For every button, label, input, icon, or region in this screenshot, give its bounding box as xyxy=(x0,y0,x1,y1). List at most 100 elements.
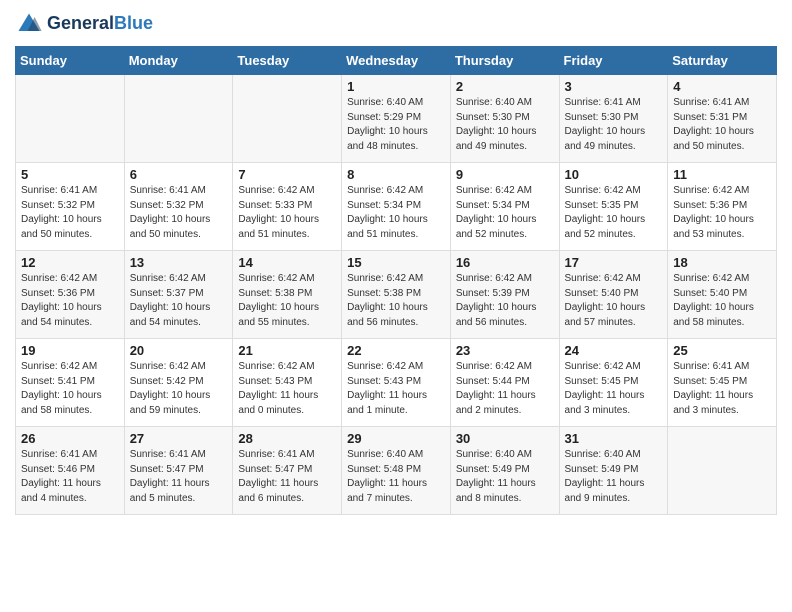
calendar-cell: 27 Sunrise: 6:41 AM Sunset: 5:47 PM Dayli… xyxy=(124,427,233,515)
calendar-cell: 29 Sunrise: 6:40 AM Sunset: 5:48 PM Dayli… xyxy=(342,427,451,515)
calendar-week-row: 26 Sunrise: 6:41 AM Sunset: 5:46 PM Dayli… xyxy=(16,427,777,515)
day-info: Sunrise: 6:42 AM Sunset: 5:43 PM Dayligh… xyxy=(347,360,445,418)
day-number: 29 xyxy=(347,431,445,446)
calendar-cell: 9 Sunrise: 6:42 AM Sunset: 5:34 PM Daylig… xyxy=(450,163,559,251)
calendar-cell: 28 Sunrise: 6:41 AM Sunset: 5:47 PM Dayli… xyxy=(233,427,342,515)
day-info: Sunrise: 6:41 AM Sunset: 5:47 PM Dayligh… xyxy=(130,448,228,506)
day-info: Sunrise: 6:42 AM Sunset: 5:38 PM Dayligh… xyxy=(238,272,336,330)
day-info: Sunrise: 6:42 AM Sunset: 5:40 PM Dayligh… xyxy=(565,272,663,330)
day-number: 30 xyxy=(456,431,554,446)
day-number: 28 xyxy=(238,431,336,446)
day-info: Sunrise: 6:42 AM Sunset: 5:40 PM Dayligh… xyxy=(673,272,771,330)
calendar-table: SundayMondayTuesdayWednesdayThursdayFrid… xyxy=(15,46,777,515)
day-info: Sunrise: 6:40 AM Sunset: 5:49 PM Dayligh… xyxy=(456,448,554,506)
calendar-cell: 3 Sunrise: 6:41 AM Sunset: 5:30 PM Daylig… xyxy=(559,75,668,163)
calendar-cell xyxy=(668,427,777,515)
calendar-cell: 15Sunrise: 6:42 AM Sunset: 5:38 PM Dayli… xyxy=(342,251,451,339)
calendar-cell: 11Sunrise: 6:42 AM Sunset: 5:36 PM Dayli… xyxy=(668,163,777,251)
day-number: 21 xyxy=(238,343,336,358)
calendar-cell: 17 Sunrise: 6:42 AM Sunset: 5:40 PM Dayli… xyxy=(559,251,668,339)
logo-text: GeneralBlue xyxy=(47,13,153,35)
day-number: 1 xyxy=(347,79,445,94)
day-number: 18 xyxy=(673,255,771,270)
calendar-cell: 31 Sunrise: 6:40 AM Sunset: 5:49 PM Dayli… xyxy=(559,427,668,515)
calendar-cell: 13 Sunrise: 6:42 AM Sunset: 5:37 PM Dayli… xyxy=(124,251,233,339)
calendar-cell: 2 Sunrise: 6:40 AM Sunset: 5:30 PM Daylig… xyxy=(450,75,559,163)
day-info: Sunrise: 6:42 AM Sunset: 5:38 PM Dayligh… xyxy=(347,272,445,330)
calendar-cell: 12 Sunrise: 6:42 AM Sunset: 5:36 PM Dayli… xyxy=(16,251,125,339)
calendar-cell: 20 Sunrise: 6:42 AM Sunset: 5:42 PM Dayli… xyxy=(124,339,233,427)
day-number: 24 xyxy=(565,343,663,358)
day-number: 5 xyxy=(21,167,119,182)
day-number: 6 xyxy=(130,167,228,182)
header-thursday: Thursday xyxy=(450,47,559,75)
day-info: Sunrise: 6:42 AM Sunset: 5:34 PM Dayligh… xyxy=(347,184,445,242)
calendar-cell: 25Sunrise: 6:41 AM Sunset: 5:45 PM Dayli… xyxy=(668,339,777,427)
day-info: Sunrise: 6:42 AM Sunset: 5:45 PM Dayligh… xyxy=(565,360,663,418)
calendar-cell: 19 Sunrise: 6:42 AM Sunset: 5:41 PM Dayli… xyxy=(16,339,125,427)
calendar-cell: 5 Sunrise: 6:41 AM Sunset: 5:32 PM Daylig… xyxy=(16,163,125,251)
header-wednesday: Wednesday xyxy=(342,47,451,75)
day-info: Sunrise: 6:42 AM Sunset: 5:37 PM Dayligh… xyxy=(130,272,228,330)
day-number: 13 xyxy=(130,255,228,270)
calendar-cell: 7 Sunrise: 6:42 AM Sunset: 5:33 PM Daylig… xyxy=(233,163,342,251)
calendar-cell: 22 Sunrise: 6:42 AM Sunset: 5:43 PM Dayli… xyxy=(342,339,451,427)
day-number: 27 xyxy=(130,431,228,446)
day-info: Sunrise: 6:41 AM Sunset: 5:47 PM Dayligh… xyxy=(238,448,336,506)
day-info: Sunrise: 6:42 AM Sunset: 5:41 PM Dayligh… xyxy=(21,360,119,418)
day-number: 23 xyxy=(456,343,554,358)
header-sunday: Sunday xyxy=(16,47,125,75)
day-info: Sunrise: 6:42 AM Sunset: 5:39 PM Dayligh… xyxy=(456,272,554,330)
calendar-cell: 1 Sunrise: 6:40 AM Sunset: 5:29 PM Daylig… xyxy=(342,75,451,163)
day-number: 20 xyxy=(130,343,228,358)
day-number: 22 xyxy=(347,343,445,358)
day-number: 2 xyxy=(456,79,554,94)
day-number: 10 xyxy=(565,167,663,182)
day-info: Sunrise: 6:41 AM Sunset: 5:32 PM Dayligh… xyxy=(21,184,119,242)
page-header: GeneralBlue xyxy=(15,10,777,38)
calendar-cell: 30 Sunrise: 6:40 AM Sunset: 5:49 PM Dayli… xyxy=(450,427,559,515)
day-number: 9 xyxy=(456,167,554,182)
day-number: 12 xyxy=(21,255,119,270)
calendar-cell: 4 Sunrise: 6:41 AM Sunset: 5:31 PM Daylig… xyxy=(668,75,777,163)
day-info: Sunrise: 6:41 AM Sunset: 5:32 PM Dayligh… xyxy=(130,184,228,242)
calendar-week-row: 12 Sunrise: 6:42 AM Sunset: 5:36 PM Dayli… xyxy=(16,251,777,339)
day-info: Sunrise: 6:41 AM Sunset: 5:46 PM Dayligh… xyxy=(21,448,119,506)
day-info: Sunrise: 6:42 AM Sunset: 5:34 PM Dayligh… xyxy=(456,184,554,242)
calendar-cell: 23 Sunrise: 6:42 AM Sunset: 5:44 PM Dayli… xyxy=(450,339,559,427)
day-info: Sunrise: 6:41 AM Sunset: 5:30 PM Dayligh… xyxy=(565,96,663,154)
logo-icon xyxy=(15,10,43,38)
day-info: Sunrise: 6:40 AM Sunset: 5:48 PM Dayligh… xyxy=(347,448,445,506)
calendar-cell: 21 Sunrise: 6:42 AM Sunset: 5:43 PM Dayli… xyxy=(233,339,342,427)
day-info: Sunrise: 6:40 AM Sunset: 5:29 PM Dayligh… xyxy=(347,96,445,154)
day-info: Sunrise: 6:42 AM Sunset: 5:36 PM Dayligh… xyxy=(21,272,119,330)
logo: GeneralBlue xyxy=(15,10,153,38)
calendar-week-row: 1 Sunrise: 6:40 AM Sunset: 5:29 PM Daylig… xyxy=(16,75,777,163)
day-info: Sunrise: 6:41 AM Sunset: 5:31 PM Dayligh… xyxy=(673,96,771,154)
day-info: Sunrise: 6:42 AM Sunset: 5:33 PM Dayligh… xyxy=(238,184,336,242)
header-monday: Monday xyxy=(124,47,233,75)
day-number: 19 xyxy=(21,343,119,358)
day-number: 3 xyxy=(565,79,663,94)
calendar-cell: 24 Sunrise: 6:42 AM Sunset: 5:45 PM Dayli… xyxy=(559,339,668,427)
header-saturday: Saturday xyxy=(668,47,777,75)
day-info: Sunrise: 6:40 AM Sunset: 5:49 PM Dayligh… xyxy=(565,448,663,506)
day-number: 31 xyxy=(565,431,663,446)
day-number: 26 xyxy=(21,431,119,446)
calendar-cell: 16 Sunrise: 6:42 AM Sunset: 5:39 PM Dayli… xyxy=(450,251,559,339)
day-info: Sunrise: 6:42 AM Sunset: 5:44 PM Dayligh… xyxy=(456,360,554,418)
day-number: 17 xyxy=(565,255,663,270)
day-number: 7 xyxy=(238,167,336,182)
day-number: 16 xyxy=(456,255,554,270)
day-number: 4 xyxy=(673,79,771,94)
calendar-cell xyxy=(124,75,233,163)
day-info: Sunrise: 6:42 AM Sunset: 5:42 PM Dayligh… xyxy=(130,360,228,418)
day-info: Sunrise: 6:42 AM Sunset: 5:43 PM Dayligh… xyxy=(238,360,336,418)
calendar-cell xyxy=(16,75,125,163)
calendar-week-row: 5 Sunrise: 6:41 AM Sunset: 5:32 PM Daylig… xyxy=(16,163,777,251)
day-number: 8 xyxy=(347,167,445,182)
day-info: Sunrise: 6:42 AM Sunset: 5:36 PM Dayligh… xyxy=(673,184,771,242)
calendar-cell xyxy=(233,75,342,163)
day-info: Sunrise: 6:40 AM Sunset: 5:30 PM Dayligh… xyxy=(456,96,554,154)
day-info: Sunrise: 6:42 AM Sunset: 5:35 PM Dayligh… xyxy=(565,184,663,242)
